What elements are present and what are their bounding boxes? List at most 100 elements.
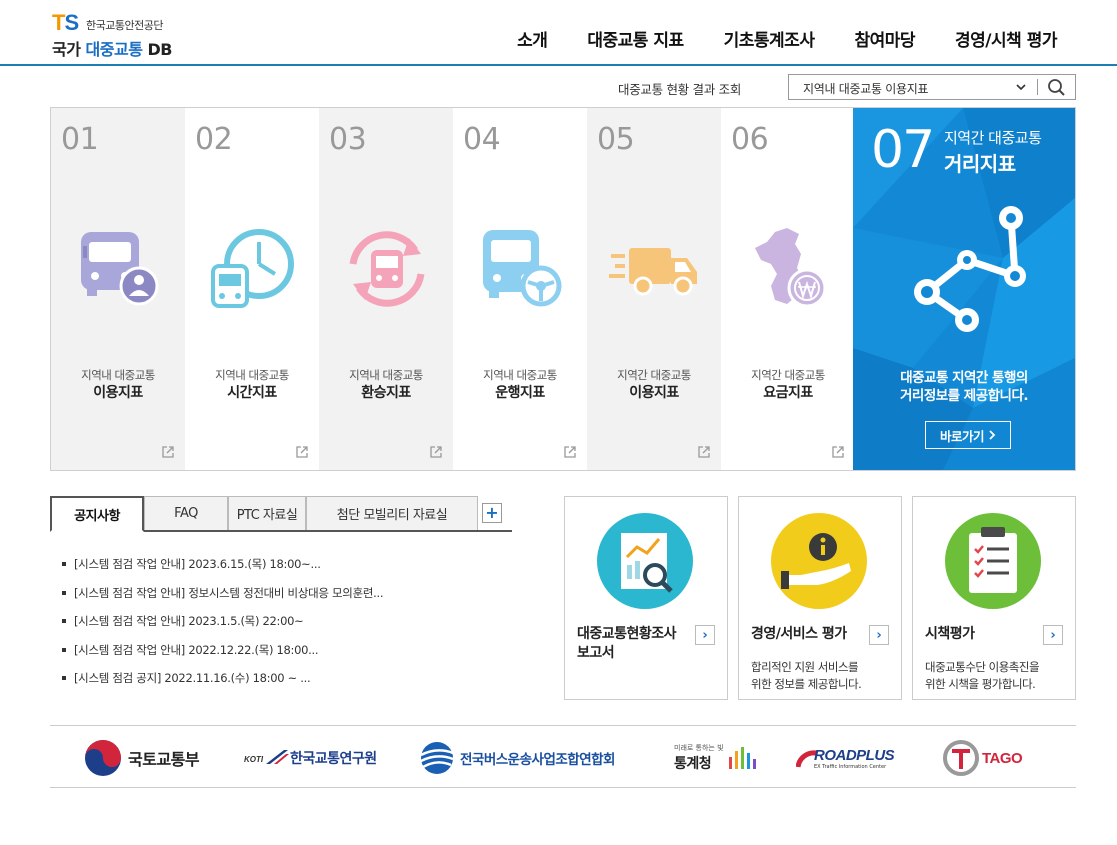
- panel-04[interactable]: 04 지역내 대중교통 운행지표: [453, 108, 587, 470]
- tab-ptc-archive[interactable]: PTC 자료실: [228, 496, 306, 530]
- panel-number: 01: [61, 122, 99, 157]
- card-title: 시책평가: [925, 626, 975, 642]
- indicator-panels: 01 지역내 대중교통 이용지표 02 지역내 대중교통 시간지표 03 지역내…: [50, 107, 1076, 471]
- logo-koti[interactable]: KOTI 한국교통연구원: [244, 738, 377, 778]
- nav-item-participation[interactable]: 참여마당: [854, 26, 915, 51]
- search-divider: [1037, 79, 1038, 95]
- external-link-icon[interactable]: [697, 445, 711, 459]
- more-plus-button[interactable]: +: [482, 503, 502, 523]
- panel-number: 05: [597, 122, 635, 157]
- logo-roadplus-name: ROADPLUS: [814, 746, 895, 764]
- nav-item-survey[interactable]: 기초통계조사: [724, 26, 815, 51]
- panel-03[interactable]: 03 지역내 대중교통 환승지표: [319, 108, 453, 470]
- koti-logo-icon: KOTI: [244, 750, 289, 764]
- notice-tabs: 공지사항 FAQ PTC 자료실 첨단 모빌리티 자료실 +: [50, 496, 512, 532]
- list-item[interactable]: [시스템 점검 공지] 2022.11.16.(수) 18:00 ~ ...: [62, 670, 502, 699]
- chevron-right-icon[interactable]: ›: [695, 625, 715, 645]
- logo-molit-name: 국토교통부: [128, 750, 200, 769]
- go-button-label: 바로가기: [939, 428, 985, 444]
- external-link-icon[interactable]: [563, 445, 577, 459]
- feature-description-line1: 대중교통 지역간 통행의: [900, 370, 1028, 386]
- panel-subtitle: 지역내 대중교통: [215, 368, 289, 382]
- list-item[interactable]: [시스템 점검 작업 안내] 2022.12.22.(목) 18:00...: [62, 642, 502, 671]
- card-title: 대중교통현황조사 보고서: [577, 626, 677, 661]
- indicator-select[interactable]: 지역내 대중교통 이용지표: [803, 80, 928, 97]
- feature-subtitle: 지역간 대중교통: [944, 129, 1042, 147]
- chevron-right-icon: [989, 430, 996, 440]
- panel-subtitle: 지역내 대중교통: [483, 368, 557, 382]
- partner-logos: 국토교통부 KOTI 한국교통연구원 전국버스운송사업조합연합회 미래로 통하는…: [50, 725, 1076, 788]
- chevron-right-icon[interactable]: ›: [869, 625, 889, 645]
- card-survey-report[interactable]: 대중교통현황조사 보고서 ›: [564, 496, 728, 700]
- hand-info-icon: [771, 513, 867, 609]
- logo-bus-association[interactable]: 전국버스운송사업조합연합회: [418, 738, 615, 778]
- main-nav: 소개 대중교통 지표 기초통계조사 참여마당 경영/시책 평가: [517, 26, 1057, 51]
- go-button[interactable]: 바로가기: [925, 421, 1011, 449]
- logo-org-name: 한국교통안전공단: [86, 19, 163, 32]
- bus-transfer-icon: [349, 231, 425, 307]
- korea-map-won-icon: [755, 228, 827, 308]
- nav-item-intro[interactable]: 소개: [517, 26, 548, 51]
- notice-list: [시스템 점검 작업 안내] 2023.6.15.(목) 18:00~... […: [62, 556, 502, 699]
- panel-number: 03: [329, 122, 367, 157]
- panel-06[interactable]: 06 지역간 대중교통 요금지표: [721, 108, 855, 470]
- logo-roadplus[interactable]: ROADPLUS EX Traffic Information Center: [796, 738, 895, 778]
- external-link-icon[interactable]: [295, 445, 309, 459]
- logo-kostat-tagline: 미래로 통하는 빛: [674, 744, 724, 752]
- chevron-right-icon[interactable]: ›: [1043, 625, 1063, 645]
- panel-07-feature[interactable]: 07 지역간 대중교통 거리지표 대중교통 지역간 통행의 거리정보를 제공합니…: [853, 108, 1075, 470]
- panel-number: 06: [731, 122, 769, 157]
- bus-association-logo-icon: [420, 742, 454, 774]
- nav-item-evaluation[interactable]: 경영/시책 평가: [955, 26, 1057, 51]
- search-row: 대중교통 현황 결과 조회 지역내 대중교통 이용지표: [0, 74, 1117, 100]
- feature-title: 거리지표: [944, 152, 1016, 176]
- logo-kostat-name: 통계청: [674, 756, 712, 772]
- panel-05[interactable]: 05 지역간 대중교통 이용지표: [587, 108, 721, 470]
- panel-subtitle: 지역내 대중교통: [81, 368, 155, 382]
- logo-molit[interactable]: 국토교통부: [84, 738, 200, 778]
- card-description: 대중교통수단 이용촉진을 위한 시책을 평가합니다.: [925, 660, 1040, 691]
- nav-item-indicators[interactable]: 대중교통 지표: [587, 26, 684, 51]
- panel-number: 04: [463, 122, 501, 157]
- external-link-icon[interactable]: [161, 445, 175, 459]
- external-link-icon[interactable]: [831, 445, 845, 459]
- tab-notice[interactable]: 공지사항: [50, 496, 144, 532]
- panel-title: 운행지표: [495, 385, 545, 401]
- share-network-icon: [914, 206, 1026, 332]
- panel-title: 이용지표: [93, 385, 143, 401]
- search-icon[interactable]: [1045, 77, 1069, 97]
- site-logo[interactable]: TS 한국교통안전공단 국가 대중교통 DB: [52, 10, 212, 60]
- feature-number: 07: [871, 120, 935, 180]
- logo-roadplus-tagline: EX Traffic Information Center: [814, 763, 887, 770]
- panel-subtitle: 지역간 대중교통: [751, 368, 825, 382]
- list-item[interactable]: [시스템 점검 작업 안내] 2023.6.15.(목) 18:00~...: [62, 556, 502, 585]
- external-link-icon[interactable]: [429, 445, 443, 459]
- list-item[interactable]: [시스템 점검 작업 안내] 정보시스템 정전대비 비상대응 모의훈련...: [62, 585, 502, 614]
- card-management-evaluation[interactable]: 경영/서비스 평가 › 합리적인 지원 서비스를 위한 정보를 제공합니다.: [738, 496, 902, 700]
- panel-number: 02: [195, 122, 233, 157]
- tab-mobility-archive[interactable]: 첨단 모빌리티 자료실: [306, 496, 478, 530]
- site-header: TS 한국교통안전공단 국가 대중교통 DB 소개 대중교통 지표 기초통계조사…: [0, 0, 1117, 66]
- search-box: 지역내 대중교통 이용지표: [788, 74, 1076, 100]
- ts-mark-s: S: [64, 10, 79, 35]
- logo-title: 국가 대중교통 DB: [52, 40, 172, 59]
- bus-user-icon: [81, 232, 159, 306]
- tab-faq[interactable]: FAQ: [144, 496, 228, 530]
- tago-logo-icon: [943, 740, 979, 776]
- bus-clock-icon: [211, 229, 294, 308]
- panel-title: 요금지표: [763, 385, 813, 401]
- panel-01[interactable]: 01 지역내 대중교통 이용지표: [51, 108, 185, 470]
- list-item[interactable]: [시스템 점검 작업 안내] 2023.1.5.(목) 22:00~: [62, 613, 502, 642]
- panel-subtitle: 지역내 대중교통: [349, 368, 423, 382]
- logo-bus-association-name: 전국버스운송사업조합연합회: [460, 752, 615, 768]
- chevron-down-icon[interactable]: [1015, 81, 1027, 93]
- card-description: 합리적인 지원 서비스를 위한 정보를 제공합니다.: [751, 660, 862, 691]
- logo-koti-name: 한국교통연구원: [290, 751, 377, 767]
- panel-title: 환승지표: [361, 385, 411, 401]
- logo-tago[interactable]: TAGO: [942, 738, 1023, 778]
- card-policy-evaluation[interactable]: 시책평가 › 대중교통수단 이용촉진을 위한 시책을 평가합니다.: [912, 496, 1076, 700]
- logo-kostat[interactable]: 미래로 통하는 빛 통계청: [674, 738, 761, 778]
- logo-tago-name: TAGO: [982, 749, 1023, 767]
- panel-02[interactable]: 02 지역내 대중교통 시간지표: [185, 108, 319, 470]
- bus-wheel-icon: [483, 230, 562, 307]
